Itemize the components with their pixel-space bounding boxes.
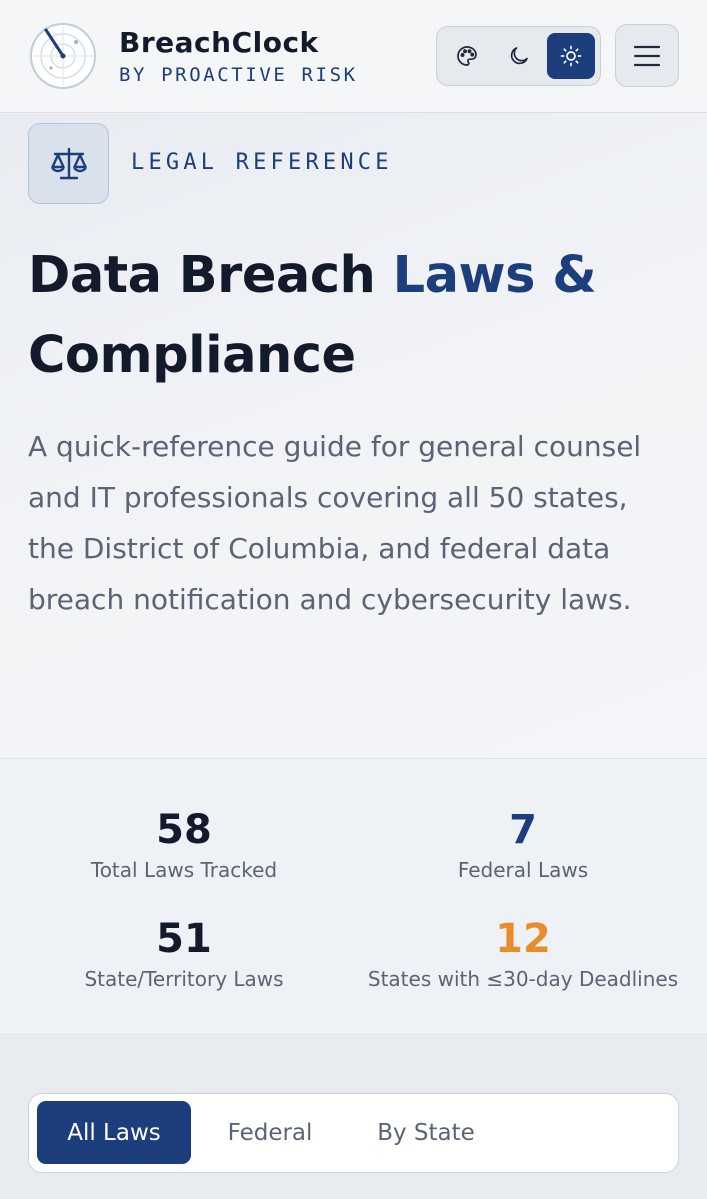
stat-value: 51 — [156, 916, 212, 962]
brand-tagline: BY PROACTIVE RISK — [119, 64, 358, 86]
stat-short-deadlines: 12 States with ≤30-day Deadlines — [353, 916, 693, 992]
stat-label: State/Territory Laws — [84, 967, 284, 991]
tab-federal[interactable]: Federal — [199, 1101, 341, 1164]
legal-badge — [28, 123, 109, 204]
title-part-1: Data Breach — [28, 246, 393, 305]
page-description: A quick-reference guide for general coun… — [28, 430, 642, 616]
stat-value: 58 — [156, 807, 212, 853]
filter-tabs: All Laws Federal By State — [28, 1093, 679, 1173]
page-title: Data Breach Laws & Compliance — [28, 236, 688, 396]
stat-label: States with ≤30-day Deadlines — [367, 967, 679, 991]
site-header: BreachClock BY PROACTIVE RISK — [0, 0, 707, 113]
theme-dark-button[interactable] — [495, 33, 543, 79]
section-eyebrow: LEGAL REFERENCE — [131, 150, 393, 175]
sun-icon — [560, 45, 582, 67]
palette-icon — [457, 46, 477, 66]
stat-federal-laws: 7 Federal Laws — [353, 807, 693, 883]
stat-state-laws: 51 State/Territory Laws — [14, 916, 354, 992]
moon-icon — [510, 47, 528, 65]
title-part-2: Compliance — [28, 326, 356, 385]
stat-value: 12 — [495, 916, 551, 962]
brand-name[interactable]: BreachClock — [119, 26, 319, 59]
stat-total-laws: 58 Total Laws Tracked — [14, 807, 354, 883]
radar-logo-icon[interactable] — [29, 22, 97, 90]
stats-section: 58 Total Laws Tracked 7 Federal Laws 51 … — [0, 758, 707, 1034]
title-accent: Laws & — [392, 246, 597, 305]
scales-icon — [50, 147, 87, 179]
theme-light-button[interactable] — [547, 33, 595, 79]
theme-switcher — [436, 26, 601, 86]
theme-palette-button[interactable] — [443, 33, 491, 79]
stat-label: Total Laws Tracked — [90, 858, 278, 882]
tab-all-laws[interactable]: All Laws — [37, 1101, 191, 1164]
stat-value: 7 — [509, 807, 537, 853]
hamburger-menu-icon — [633, 45, 661, 66]
filter-section: All Laws Federal By State — [0, 1034, 707, 1199]
hero-section: LEGAL REFERENCE Data Breach Laws & Compli… — [0, 114, 707, 758]
stat-label: Federal Laws — [457, 858, 589, 882]
menu-button[interactable] — [615, 24, 679, 87]
tab-by-state[interactable]: By State — [351, 1101, 501, 1164]
